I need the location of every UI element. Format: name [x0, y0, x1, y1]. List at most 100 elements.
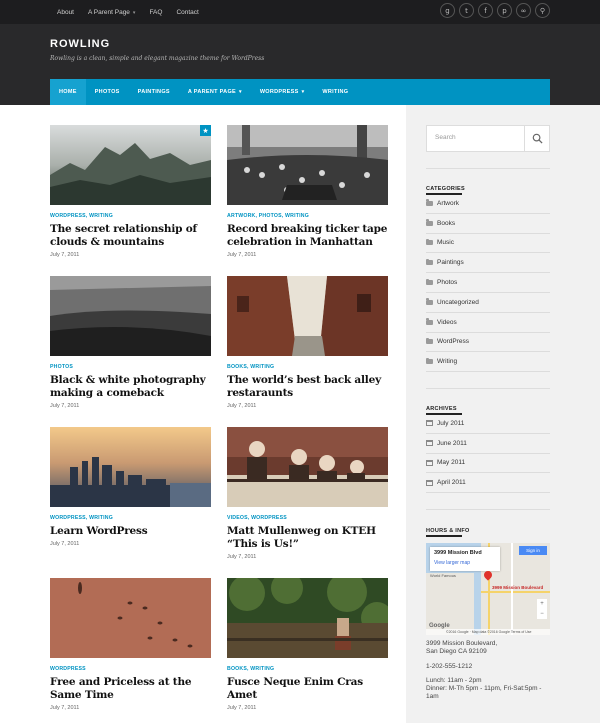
categories-widget-title: CATEGORIES [426, 186, 465, 192]
zoom-out-icon[interactable]: − [540, 611, 544, 617]
category-link[interactable]: Paintings [426, 253, 550, 274]
chevron-down-icon: ▾ [132, 9, 136, 16]
post-date: July 7, 2011 [50, 403, 80, 409]
archive-link[interactable]: April 2011 [426, 473, 550, 494]
twitter-icon[interactable]: t [459, 3, 474, 18]
folder-icon [426, 258, 433, 266]
category-link[interactable]: Writing [426, 352, 550, 373]
main-nav-home[interactable]: HOME [50, 79, 86, 105]
dinner-hours: Dinner: M-Th 5pm - 11pm, Fri-Sat:5pm - [426, 685, 542, 692]
google-plus-icon[interactable]: g [440, 3, 455, 18]
main-nav-label: A PARENT PAGE [187, 89, 236, 95]
folder-icon [426, 337, 433, 345]
view-larger-map-link[interactable]: View larger map [434, 560, 470, 566]
archive-link-label: July 2011 [437, 419, 465, 427]
search-input[interactable]: Search [435, 134, 456, 141]
post-categories[interactable]: PHOTOS [50, 364, 211, 370]
widget-divider [426, 168, 550, 169]
post-card: ★ WORDPRESS, WRITING The secret relationsh… [50, 125, 211, 258]
post-thumbnail[interactable] [227, 125, 388, 205]
map-info-card: 3999 Mission Blvd View larger map [430, 547, 500, 571]
post-categories[interactable]: BOOKS, WRITING [227, 364, 388, 370]
social-links: g t f p ∞ ⚲ [440, 3, 550, 18]
main-nav-paintings[interactable]: PAINTINGS [129, 79, 179, 105]
folder-icon [426, 298, 433, 305]
post-categories[interactable]: WORDPRESS [50, 666, 211, 672]
top-nav-item-about[interactable]: About [57, 9, 74, 16]
archive-link-label: June 2011 [437, 439, 467, 447]
map-zoom-controls[interactable]: + − [537, 599, 547, 619]
post-categories[interactable]: VIDEOS, WORDPRESS [227, 515, 388, 521]
chevron-down-icon: ▾ [239, 89, 242, 95]
post-card: BOOKS, WRITING The world’s best back alle… [227, 276, 388, 409]
category-link[interactable]: Books [426, 214, 550, 234]
search-button[interactable] [524, 126, 549, 151]
zoom-in-icon[interactable]: + [540, 601, 544, 607]
phone-number: 1-202-555-1212 [426, 663, 473, 670]
calendar-icon [426, 440, 433, 447]
google-map[interactable]: World Famous 3999 Mission Blvd View larg… [426, 543, 550, 635]
post-categories[interactable]: WORDPRESS, WRITING [50, 515, 211, 521]
calendar-icon [426, 420, 433, 427]
calendar-icon [426, 459, 433, 466]
search-icon[interactable]: ⚲ [535, 3, 550, 18]
post-thumbnail[interactable] [227, 276, 388, 356]
post-title[interactable]: The world’s best back alley restaraunts [227, 374, 388, 400]
post-title[interactable]: Learn WordPress [50, 525, 211, 538]
post-title[interactable]: The secret relationship of clouds & moun… [50, 223, 211, 249]
post-thumbnail[interactable]: ★ [50, 125, 211, 205]
archive-link[interactable]: June 2011 [426, 434, 550, 454]
main-nav-parent-page[interactable]: A PARENT PAGE ▾ [179, 79, 251, 105]
facebook-icon[interactable]: f [478, 3, 493, 18]
main-nav-photos[interactable]: PHOTOS [86, 79, 129, 105]
main-nav-wordpress[interactable]: WORDPRESS ▾ [251, 79, 314, 105]
post-date: July 7, 2011 [227, 705, 257, 711]
categories-list: Artwork Books Music Paintings Photos Uncatego… [426, 194, 550, 373]
post-card: ARTWORK, PHOTOS, WRITING Record breaking … [227, 125, 388, 258]
category-link[interactable]: Artwork [426, 194, 550, 214]
calendar-icon [426, 479, 433, 486]
top-nav-item-faq[interactable]: FAQ [149, 9, 162, 16]
map-sign-in-button[interactable]: Sign in [519, 546, 547, 555]
post-title[interactable]: Record breaking ticker tape celebration … [227, 223, 388, 249]
link-icon[interactable]: ∞ [516, 3, 531, 18]
post-categories[interactable]: ARTWORK, PHOTOS, WRITING [227, 213, 388, 219]
main-nav-writing[interactable]: WRITING [313, 79, 357, 105]
post-title[interactable]: Free and Priceless at the Same Time [50, 676, 211, 702]
post-categories[interactable]: BOOKS, WRITING [227, 666, 388, 672]
post-card: PHOTOS Black & white photography making a… [50, 276, 211, 409]
post-title[interactable]: Fusce Neque Enim Cras Amet [227, 676, 388, 702]
folder-icon [426, 219, 433, 226]
top-nav: About A Parent Page ▾ FAQ Contact [57, 0, 199, 24]
post-categories[interactable]: WORDPRESS, WRITING [50, 213, 211, 219]
post-thumbnail[interactable] [50, 276, 211, 356]
category-link-label: Books [437, 219, 456, 227]
map-place-name: 3999 Mission Blvd [434, 550, 482, 556]
post-title[interactable]: Black & white photography making a comeb… [50, 374, 211, 400]
archive-link[interactable]: May 2011 [426, 454, 550, 474]
post-thumbnail[interactable] [227, 427, 388, 507]
category-link[interactable]: Photos [426, 273, 550, 293]
category-link[interactable]: Music [426, 234, 550, 254]
category-link[interactable]: WordPress [426, 333, 550, 353]
archive-link[interactable]: July 2011 [426, 414, 550, 434]
lunch-hours: Lunch: 11am - 2pm [426, 677, 482, 684]
category-link[interactable]: Videos [426, 313, 550, 333]
category-link[interactable]: Uncategorized [426, 293, 550, 313]
site-title[interactable]: ROWLING [50, 38, 110, 50]
top-nav-item-contact[interactable]: Contact [176, 9, 198, 16]
post-card: WORDPRESS Free and Priceless at the Same … [50, 578, 211, 711]
category-link-label: Uncategorized [437, 298, 479, 306]
folder-icon [426, 199, 433, 206]
folder-icon [426, 318, 433, 325]
category-link-label: Music [437, 239, 454, 247]
pinterest-icon[interactable]: p [497, 3, 512, 18]
map-attribution: ©2016 Google · Map data ©2016 Google Ter… [426, 629, 550, 635]
chevron-down-icon: ▾ [301, 89, 305, 95]
post-thumbnail[interactable] [50, 578, 211, 658]
post-title[interactable]: Matt Mullenweg on KTEH “This is Us!” [227, 525, 388, 551]
post-thumbnail[interactable] [227, 578, 388, 658]
top-nav-item-parent-page[interactable]: A Parent Page ▾ [88, 9, 135, 16]
category-link-label: Videos [437, 318, 457, 326]
post-thumbnail[interactable] [50, 427, 211, 507]
